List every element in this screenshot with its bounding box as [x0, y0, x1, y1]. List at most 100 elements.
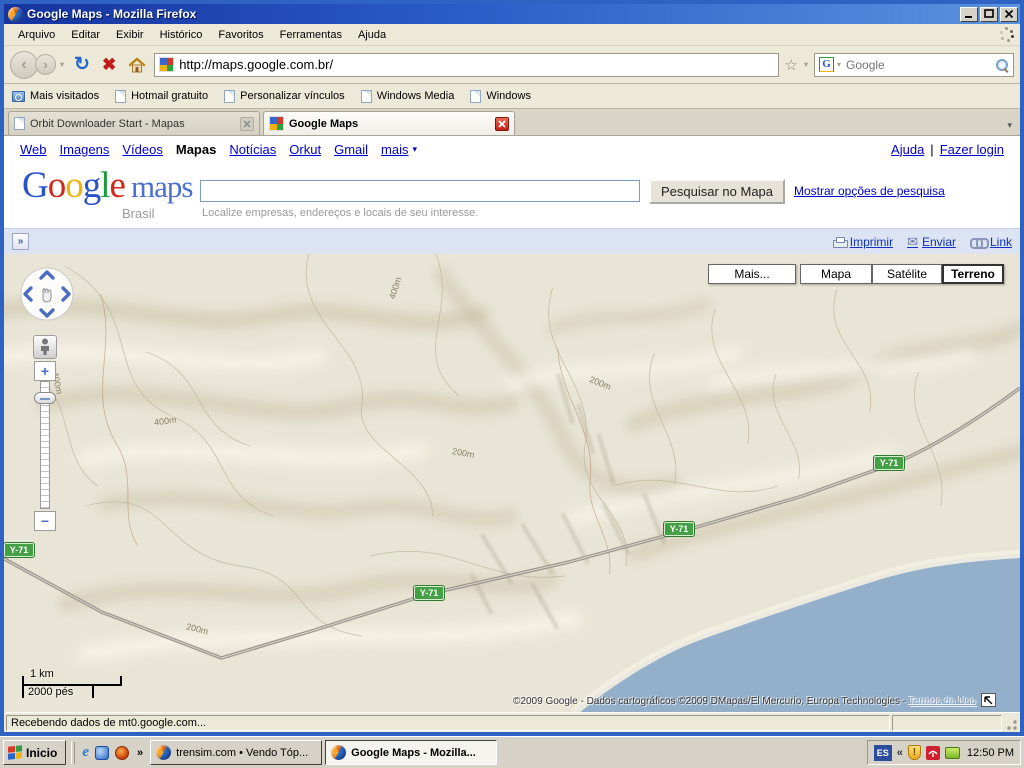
close-button[interactable]: [1000, 7, 1018, 22]
pegman-icon: [39, 338, 51, 356]
menu-favoritos[interactable]: Favoritos: [210, 26, 271, 44]
map-type-button-satelite[interactable]: Satélite: [872, 264, 942, 284]
expand-sidebar-button[interactable]: »: [12, 233, 29, 250]
map-search-input[interactable]: [200, 180, 640, 202]
tab-orbit-downloader[interactable]: Orbit Downloader Start - Mapas: [8, 111, 260, 135]
home-button[interactable]: [124, 57, 150, 73]
web-search-input[interactable]: [846, 58, 992, 72]
link-gmail[interactable]: Gmail: [334, 142, 368, 157]
link-web[interactable]: Web: [20, 142, 47, 157]
map-type-button-mapa[interactable]: Mapa: [800, 264, 872, 284]
collapse-map-button[interactable]: [981, 693, 996, 707]
taskbar-button-google-maps[interactable]: Google Maps - Mozilla...: [325, 740, 497, 765]
start-button[interactable]: Inicio: [3, 740, 66, 765]
tab-favicon-icon: [14, 117, 25, 130]
list-all-tabs-icon[interactable]: ▾: [1007, 120, 1016, 135]
menu-arquivo[interactable]: Arquivo: [10, 26, 63, 44]
menu-editar[interactable]: Editar: [63, 26, 108, 44]
mais-dropdown-icon[interactable]: ▾: [413, 144, 418, 155]
firefox-icon: [331, 745, 346, 760]
tray-collapse-icon[interactable]: «: [897, 747, 903, 759]
maximize-button[interactable]: [980, 7, 998, 22]
bookmark-dropdown-icon[interactable]: ▾: [804, 60, 808, 69]
tab-close-button[interactable]: [240, 117, 254, 131]
status-bar: Recebendo dados de mt0.google.com...: [4, 712, 1020, 732]
bookmark-star-icon[interactable]: ☆: [783, 56, 800, 74]
tab-close-button[interactable]: [495, 117, 509, 131]
taskbar-button-trensim[interactable]: trensim.com • Vendo Tóp...: [150, 740, 322, 765]
avira-antivirus-icon[interactable]: [926, 746, 940, 760]
back-button[interactable]: ‹: [10, 51, 38, 79]
internet-explorer-icon[interactable]: e: [82, 744, 89, 761]
drag-hand-icon: [43, 289, 51, 303]
stop-button[interactable]: ✖: [98, 56, 120, 73]
reload-button[interactable]: ↻: [70, 55, 94, 74]
site-favicon-icon: [159, 57, 174, 72]
printer-icon: [833, 237, 846, 247]
link-ajuda[interactable]: Ajuda: [891, 142, 924, 157]
bookmarks-toolbar: Mais visitados Hotmail gratuito Personal…: [4, 84, 1020, 109]
bookmark-personalizar[interactable]: Personalizar vínculos: [224, 90, 345, 103]
outlook-express-icon[interactable]: [95, 746, 109, 760]
link-noticias[interactable]: Notícias: [229, 142, 276, 157]
link-link[interactable]: Link: [970, 235, 1012, 249]
windows-logo-icon: [8, 745, 22, 759]
orbit-downloader-icon[interactable]: [115, 746, 129, 760]
menu-historico[interactable]: Histórico: [152, 26, 211, 44]
search-options-link[interactable]: Mostrar opções de pesquisa: [794, 184, 945, 198]
taskbar-clock[interactable]: 12:50 PM: [965, 747, 1014, 759]
minimize-button[interactable]: [960, 7, 978, 22]
link-fazer-login[interactable]: Fazer login: [940, 142, 1004, 157]
menu-bar: Arquivo Editar Exibir Histórico Favorito…: [4, 24, 1020, 46]
map-copyright: ©2009 Google - Dados cartográficos ©2009…: [513, 696, 976, 707]
link-videos[interactable]: Vídeos: [122, 142, 162, 157]
url-input[interactable]: [179, 57, 773, 72]
search-engine-icon[interactable]: G: [819, 57, 834, 72]
bookmark-windows-media[interactable]: Windows Media: [361, 90, 455, 103]
menu-ferramentas[interactable]: Ferramentas: [272, 26, 350, 44]
search-map-button[interactable]: Pesquisar no Mapa: [649, 179, 785, 204]
road-shield: Y-71: [874, 456, 904, 470]
terms-of-use-link[interactable]: Termos de Uso: [909, 696, 976, 707]
bookmark-mais-visitados[interactable]: Mais visitados: [12, 90, 99, 102]
url-bar[interactable]: [154, 53, 778, 77]
forward-button[interactable]: ›: [35, 54, 56, 75]
link-imagens[interactable]: Imagens: [60, 142, 110, 157]
send-link[interactable]: ✉ Enviar: [907, 234, 956, 250]
pan-control[interactable]: [18, 265, 76, 328]
zoom-out-button[interactable]: −: [34, 511, 56, 531]
system-tray: ES « ! 12:50 PM: [867, 740, 1021, 765]
menu-exibir[interactable]: Exibir: [108, 26, 152, 44]
print-link[interactable]: Imprimir: [833, 235, 893, 249]
google-maps-logo: Googlemaps: [22, 164, 192, 207]
zoom-slider-handle[interactable]: [34, 392, 56, 404]
street-view-pegman[interactable]: [33, 335, 57, 359]
menu-ajuda[interactable]: Ajuda: [350, 26, 394, 44]
bookmark-label: Windows: [486, 90, 531, 102]
quick-launch-overflow-icon[interactable]: »: [135, 747, 145, 759]
tab-google-maps[interactable]: Google Maps: [263, 111, 515, 135]
engine-dropdown-icon[interactable]: ▾: [837, 60, 841, 69]
volume-icon[interactable]: [945, 747, 960, 759]
zoom-in-button[interactable]: +: [34, 361, 56, 381]
map-canvas[interactable]: 400m 200m 400m 200m 200m 400m Y-71 Y-71 …: [4, 254, 1020, 712]
resize-grip[interactable]: [1004, 715, 1018, 731]
link-mais[interactable]: mais: [381, 142, 408, 157]
navigation-toolbar: ‹ › ▾ ↻ ✖ ☆ ▾ G ▾: [4, 46, 1020, 84]
arrow-up-left-icon: [984, 696, 993, 705]
language-indicator[interactable]: ES: [874, 745, 892, 761]
security-shield-icon[interactable]: !: [908, 745, 921, 760]
bookmark-windows[interactable]: Windows: [470, 90, 531, 103]
bookmark-hotmail[interactable]: Hotmail gratuito: [115, 90, 208, 103]
more-button[interactable]: Mais...: [708, 264, 796, 284]
search-icon[interactable]: [995, 58, 1009, 72]
scale-km-label: 1 km: [30, 668, 54, 680]
search-box[interactable]: G ▾: [814, 53, 1014, 77]
history-dropdown-icon[interactable]: ▾: [60, 60, 64, 69]
page-icon: [115, 90, 126, 103]
close-icon: [498, 120, 506, 128]
link-orkut[interactable]: Orkut: [289, 142, 321, 157]
zoom-slider[interactable]: [40, 381, 50, 509]
map-type-button-terreno[interactable]: Terreno: [942, 264, 1004, 284]
smart-folder-icon: [12, 91, 25, 102]
